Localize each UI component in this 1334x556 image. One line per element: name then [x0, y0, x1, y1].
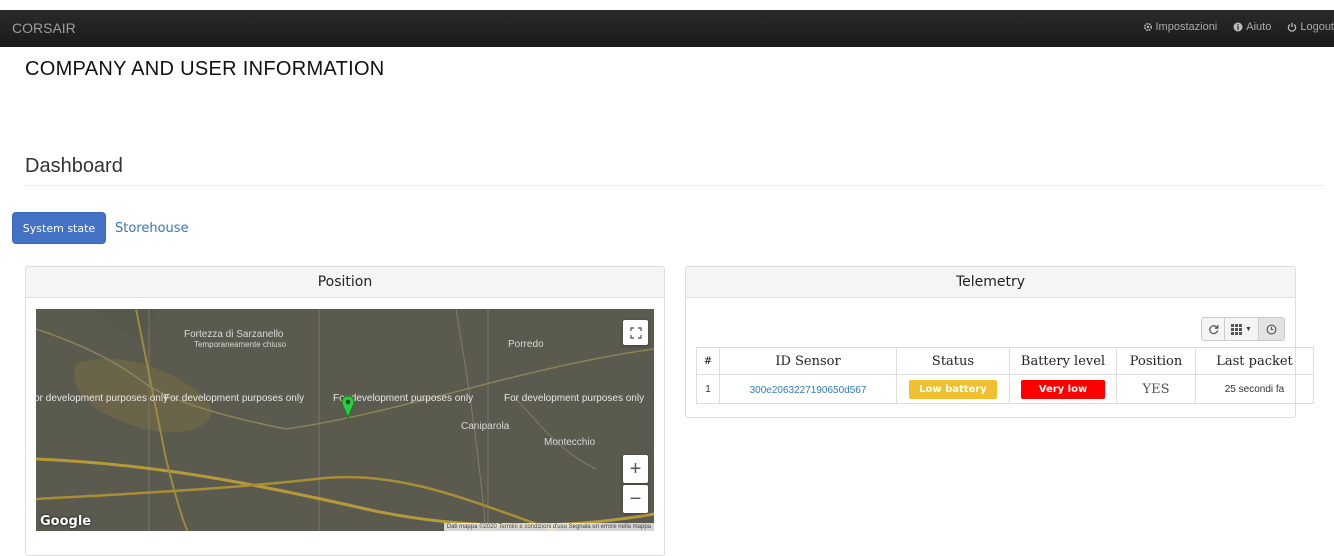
logout-label: Logout [1300, 21, 1334, 33]
tab-storehouse[interactable]: Storehouse [115, 221, 189, 236]
table-row[interactable]: 1 300e2063227190650d567 Low battery Very… [697, 375, 1314, 404]
fullscreen-button[interactable] [623, 320, 648, 345]
help-link[interactable]: Aiuto [1233, 21, 1271, 33]
zoom-in-button[interactable]: + [623, 455, 648, 483]
google-logo: Google [40, 514, 91, 529]
auto-refresh-button[interactable] [1259, 317, 1285, 341]
place-sublabel: Temporaneamente chiuso [194, 340, 286, 349]
map-view[interactable]: Fortezza di Sarzanello Temporaneamente c… [36, 309, 654, 531]
column-header[interactable]: Position [1117, 348, 1196, 375]
settings-label: Impostazioni [1156, 21, 1218, 33]
caret-down-icon: ▼ [1245, 326, 1252, 333]
telemetry-table: # ID Sensor Status Battery level Positio… [696, 347, 1314, 404]
column-header[interactable]: # [697, 348, 720, 375]
title-divider [25, 185, 1325, 186]
navbar-links: Impostazioni Aiuto Logout [1143, 21, 1334, 33]
column-header[interactable]: Last packet [1196, 348, 1314, 375]
map-attribution[interactable]: Dati mappa ©2020 Termini e condizioni d'… [444, 523, 654, 531]
company-title: COMPANY AND USER INFORMATION [25, 58, 385, 81]
brand-logo[interactable]: CORSAIR [12, 20, 76, 36]
page-title: Dashboard [25, 155, 123, 178]
gear-icon [1143, 22, 1153, 32]
position-panel-title: Position [26, 267, 664, 298]
columns-toggle-button[interactable]: ▼ [1225, 317, 1259, 341]
place-label: Porredo [508, 339, 544, 350]
place-label: Fortezza di Sarzanello [184, 329, 284, 340]
help-label: Aiuto [1246, 21, 1271, 33]
dev-watermark: For development purposes only [164, 393, 304, 404]
refresh-icon [1208, 324, 1219, 335]
dev-watermark: For development purposes only [504, 393, 644, 404]
dev-watermark: For development purposes only [36, 393, 168, 404]
battery-badge: Very low [1021, 380, 1105, 399]
settings-link[interactable]: Impostazioni [1143, 21, 1218, 33]
tab-system-state[interactable]: System state [12, 212, 106, 244]
table-toolbar: ▼ [1201, 317, 1285, 341]
sensor-id-link[interactable]: 300e2063227190650d567 [750, 385, 867, 396]
telemetry-panel: Telemetry ▼ # ID Sensor Status Battery l… [685, 266, 1296, 418]
position-panel: Position Fortezza di Sarzanello Temporan… [25, 266, 665, 556]
power-icon [1287, 22, 1297, 32]
battery-cell: Very low [1010, 375, 1117, 404]
last-packet-value: 25 secondi fa [1196, 375, 1314, 404]
zoom-out-button[interactable]: − [623, 485, 648, 513]
status-cell: Low battery [897, 375, 1010, 404]
place-label: Caniparola [461, 421, 509, 432]
logout-link[interactable]: Logout [1287, 21, 1334, 33]
table-header-row: # ID Sensor Status Battery level Positio… [697, 348, 1314, 375]
status-badge: Low battery [909, 380, 997, 399]
column-header[interactable]: ID Sensor [720, 348, 897, 375]
telemetry-panel-title: Telemetry [686, 267, 1295, 298]
top-navbar: CORSAIR Impostazioni Aiuto Logout [0, 10, 1334, 47]
map-marker-icon[interactable] [341, 395, 355, 421]
column-header[interactable]: Battery level [1010, 348, 1117, 375]
row-index: 1 [697, 375, 720, 404]
sensor-cell: 300e2063227190650d567 [720, 375, 897, 404]
clock-icon [1266, 324, 1277, 335]
grid-icon [1231, 324, 1242, 335]
info-icon [1233, 22, 1243, 32]
fullscreen-icon [630, 327, 642, 339]
column-header[interactable]: Status [897, 348, 1010, 375]
place-label: Montecchio [544, 437, 595, 448]
refresh-button[interactable] [1201, 317, 1225, 341]
position-value: YES [1117, 375, 1196, 404]
